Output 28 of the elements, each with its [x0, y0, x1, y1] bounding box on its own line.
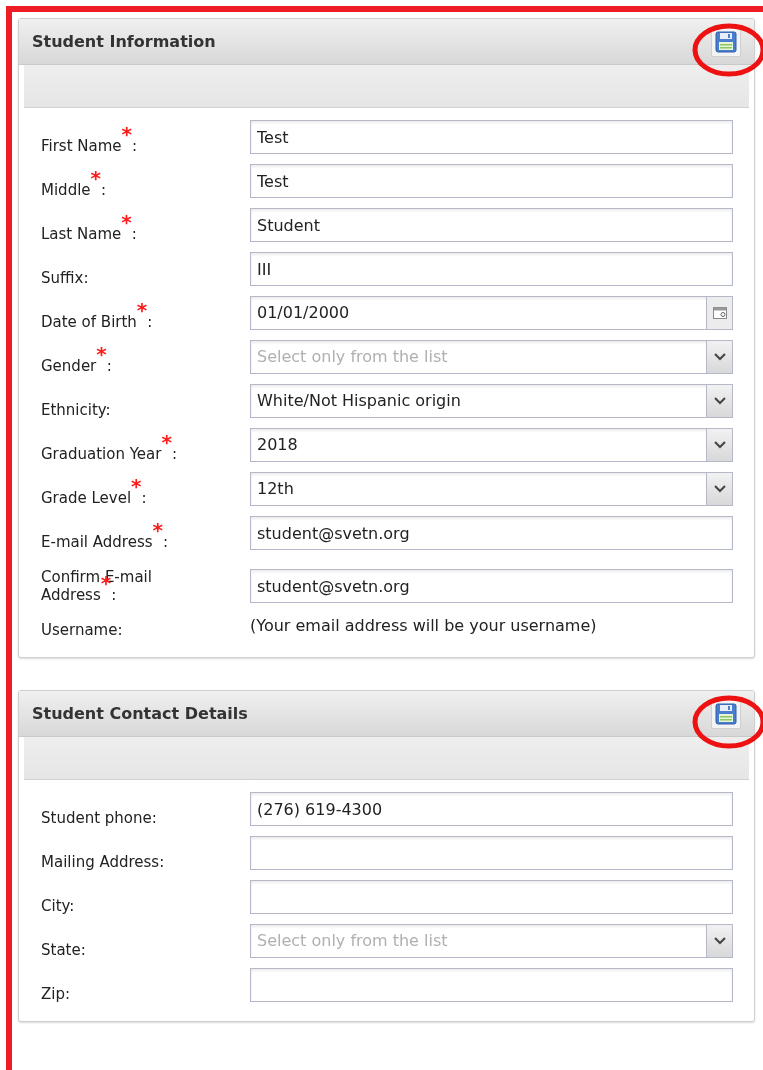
- field-label: Suffix:: [41, 268, 89, 287]
- text-field[interactable]: III: [250, 252, 733, 286]
- text-field[interactable]: [250, 836, 733, 870]
- text-field[interactable]: Student: [250, 208, 733, 242]
- dropdown-field[interactable]: 12th: [250, 472, 733, 506]
- text-field[interactable]: (276) 619-4300: [250, 792, 733, 826]
- text-field[interactable]: Test: [250, 120, 733, 154]
- save-icon: [715, 30, 737, 53]
- panel-title: Student Contact Details: [32, 702, 248, 725]
- text-field[interactable]: Test: [250, 164, 733, 198]
- field-label: State:: [41, 940, 86, 959]
- username-note: (Your email address will be your username): [250, 616, 597, 635]
- field-label: City:: [41, 896, 75, 915]
- date-field[interactable]: 01/01/2000: [250, 296, 733, 330]
- field-label: Mailing Address:: [41, 852, 165, 871]
- text-field[interactable]: student@svetn.org: [250, 569, 733, 603]
- panel-title: Student Information: [32, 30, 216, 53]
- text-field[interactable]: [250, 880, 733, 914]
- text-field[interactable]: [250, 968, 733, 1002]
- field-label: Student phone:: [41, 808, 157, 827]
- field-label: Username:: [41, 620, 123, 639]
- dropdown-field[interactable]: White/Not Hispanic origin: [250, 384, 733, 418]
- dropdown-field[interactable]: 2018: [250, 428, 733, 462]
- calendar-icon[interactable]: [706, 297, 732, 329]
- text-field[interactable]: student@svetn.org: [250, 516, 733, 550]
- field-label: Ethnicity:: [41, 400, 111, 419]
- save-icon: [715, 702, 737, 725]
- field-label: Zip:: [41, 984, 71, 1003]
